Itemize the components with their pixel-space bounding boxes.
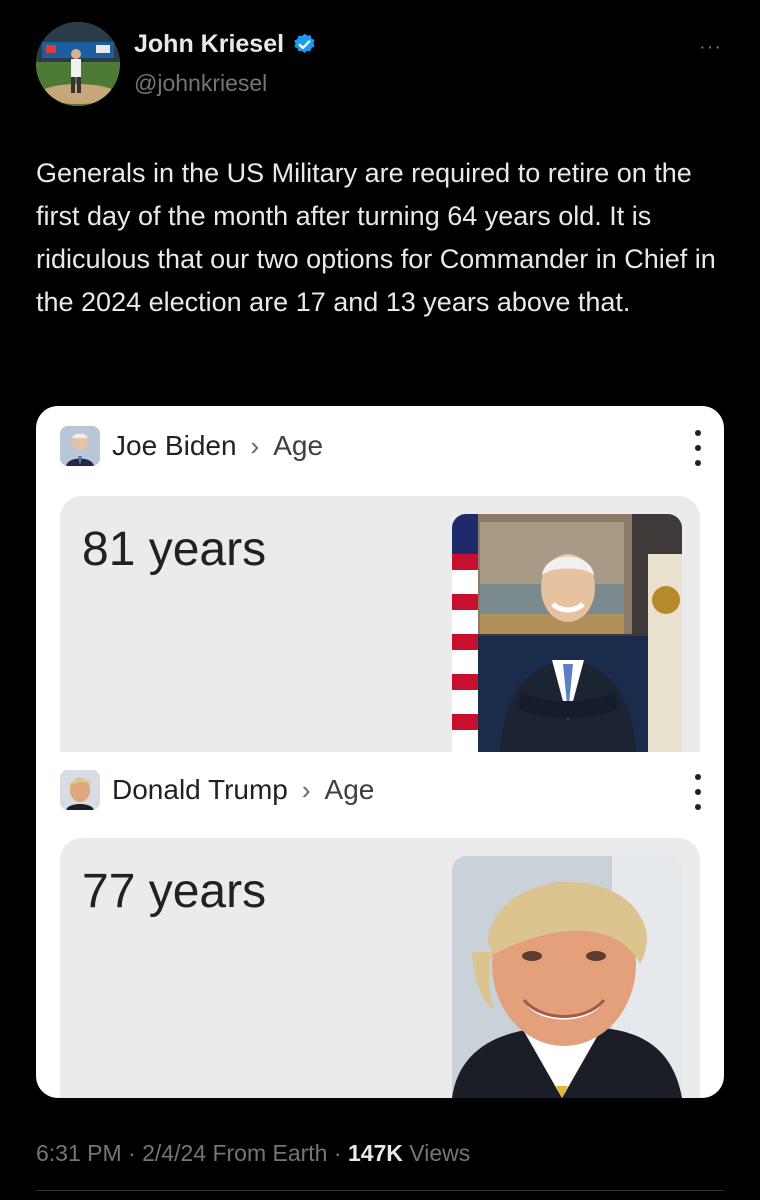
chevron-right-icon: › xyxy=(250,430,260,461)
tweet-time[interactable]: 6:31 PM xyxy=(36,1140,122,1166)
divider xyxy=(36,1190,724,1191)
author-avatar[interactable] xyxy=(36,22,120,106)
tweet-header: John Kriesel @johnkriesel ··· xyxy=(36,22,736,112)
author-name[interactable]: John Kriesel xyxy=(134,30,284,59)
result-attribute[interactable]: Age xyxy=(273,430,323,462)
answer-box-biden: 81 years xyxy=(60,496,700,752)
age-value: 81 years xyxy=(82,523,267,576)
trump-photo[interactable] xyxy=(452,856,682,1098)
more-vert-icon[interactable] xyxy=(694,430,702,466)
result-header-trump: Donald Trump › Age xyxy=(60,770,374,810)
tweet-text: Generals in the US Military are required… xyxy=(36,158,716,317)
separator-dot: · xyxy=(121,1140,143,1166)
result-header-biden: Joe Biden › Age xyxy=(60,426,323,466)
views-count[interactable]: 147K xyxy=(348,1140,403,1166)
trump-thumbnail xyxy=(60,770,100,810)
tweet-source: From Earth xyxy=(206,1140,328,1166)
answer-box-trump: 77 years xyxy=(60,838,700,1098)
result-attribute[interactable]: Age xyxy=(325,774,375,806)
result-name[interactable]: Donald Trump xyxy=(112,774,288,806)
verified-badge-icon xyxy=(292,32,317,57)
tweet-meta: 6:31 PM · 2/4/24 From Earth · 147K Views xyxy=(36,1140,470,1167)
result-name[interactable]: Joe Biden xyxy=(112,430,237,462)
author-name-row: John Kriesel xyxy=(134,30,317,59)
views-label: Views xyxy=(402,1140,471,1166)
age-value: 77 years xyxy=(82,865,267,918)
more-options-icon[interactable]: ··· xyxy=(699,36,722,59)
tweet-date[interactable]: 2/4/24 xyxy=(142,1140,206,1166)
chevron-right-icon: › xyxy=(301,774,311,805)
biden-thumbnail xyxy=(60,426,100,466)
media-card[interactable]: Joe Biden › Age 81 years Donald Trump › … xyxy=(36,406,724,1098)
more-vert-icon[interactable] xyxy=(694,774,702,810)
biden-photo[interactable] xyxy=(452,514,682,752)
separator-dot: · xyxy=(327,1140,348,1166)
author-handle[interactable]: @johnkriesel xyxy=(134,70,267,97)
